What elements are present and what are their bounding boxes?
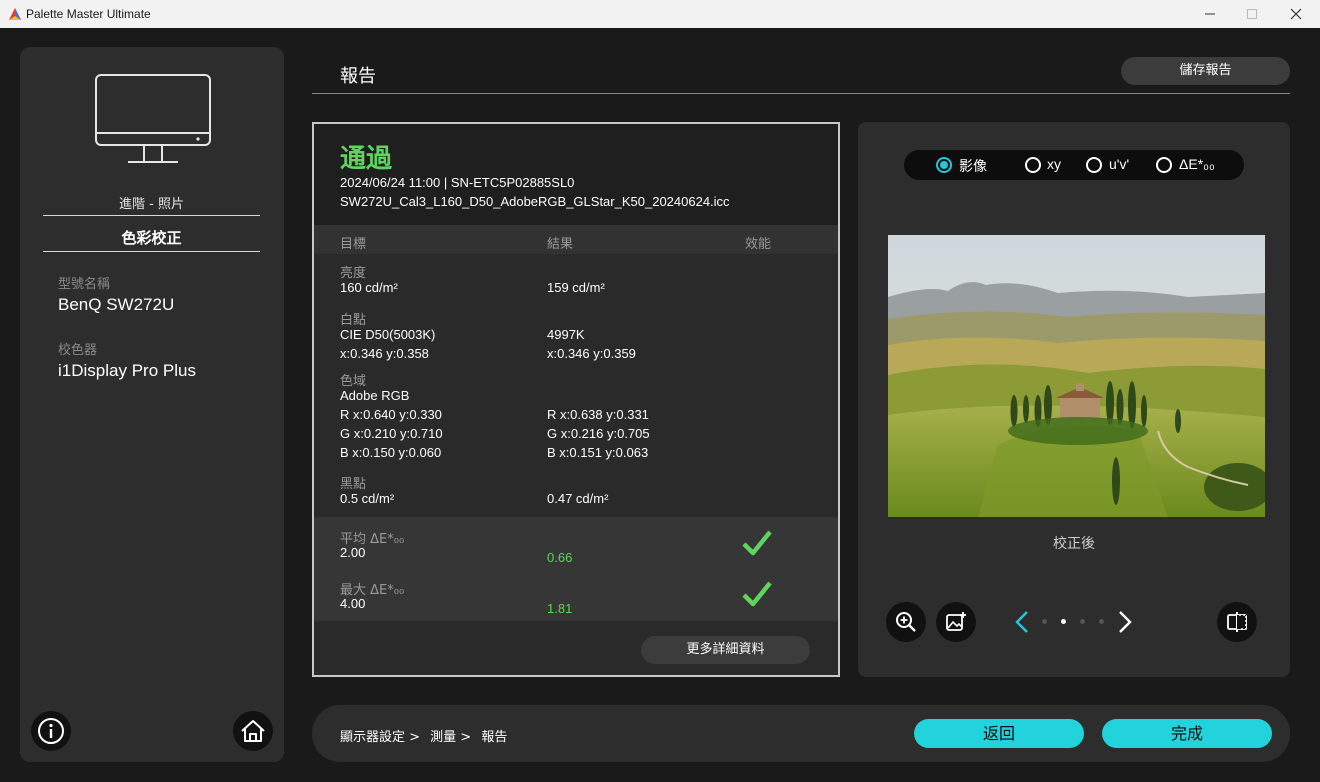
mode-label: 進階 - 照片: [119, 197, 184, 212]
close-button[interactable]: [1276, 4, 1316, 24]
calibrator-label: 校色器: [58, 343, 98, 358]
save-report-button[interactable]: 儲存報告: [1121, 57, 1290, 85]
preview-image: [888, 235, 1265, 517]
radio-image[interactable]: [936, 157, 952, 173]
back-button[interactable]: 返回: [914, 719, 1084, 748]
model-label: 型號名稱: [58, 277, 111, 292]
home-icon: [241, 720, 265, 742]
close-icon: [1290, 8, 1302, 20]
breadcrumb-measure[interactable]: 測量 >: [430, 730, 471, 745]
gamut-target-g: G x:0.210 y:0.710: [340, 426, 443, 441]
max-de-result: 1.81: [547, 601, 573, 616]
white-point-target: CIE D50(5003K): [340, 327, 436, 342]
home-button[interactable]: [233, 711, 273, 751]
page-dot[interactable]: [1042, 619, 1047, 624]
white-point-label: 白點: [340, 313, 367, 328]
table-header: 目標 結果 效能: [314, 225, 838, 254]
minimize-icon: [1205, 13, 1215, 15]
avg-de-target: 2.00: [340, 545, 366, 560]
white-point-result: 4997K: [547, 327, 585, 342]
report-panel: 通過 2024/06/24 11:00 | SN-ETC5P02885SL0 S…: [312, 122, 840, 677]
page-dot[interactable]: [1080, 619, 1085, 624]
app-logo-icon: [9, 8, 21, 20]
radio-delta-e-label[interactable]: ΔE*₀₀: [1179, 156, 1215, 172]
max-de-target: 4.00: [340, 596, 366, 611]
gamut-result-r: R x:0.638 y:0.331: [547, 407, 649, 422]
radio-uv-label[interactable]: u'v': [1109, 156, 1129, 172]
split-compare-icon: [1227, 612, 1247, 632]
radio-delta-e[interactable]: [1156, 157, 1172, 173]
zoom-in-button[interactable]: [886, 602, 926, 642]
status-badge: 通過: [340, 144, 393, 174]
gamut-label: 色域: [340, 374, 367, 389]
column-performance: 效能: [745, 237, 772, 252]
black-point-target: 0.5 cd/m²: [340, 491, 395, 506]
radio-xy-label[interactable]: xy: [1047, 156, 1061, 172]
minimize-button[interactable]: [1190, 4, 1230, 24]
breadcrumb-report: 報告: [481, 730, 508, 745]
model-value: BenQ SW272U: [58, 295, 175, 314]
radio-image-label[interactable]: 影像: [959, 156, 987, 176]
avg-de-result: 0.66: [547, 550, 573, 565]
column-result: 結果: [547, 237, 574, 252]
radio-uv[interactable]: [1086, 157, 1102, 173]
pass-check-icon: [742, 581, 772, 607]
view-selector: 影像 xy u'v' ΔE*₀₀: [904, 150, 1244, 180]
breadcrumb: 顯示器設定 > 測量 > 報告: [340, 726, 507, 745]
gamut-result-g: G x:0.216 y:0.705: [547, 426, 650, 441]
report-summary: 通過 2024/06/24 11:00 | SN-ETC5P02885SL0 S…: [314, 124, 838, 225]
sidebar: 進階 - 照片 色彩校正 型號名稱 BenQ SW272U 校色器 i1Disp…: [20, 47, 284, 762]
more-details-button[interactable]: 更多詳細資料: [641, 636, 810, 664]
datetime-serial: 2024/06/24 11:00 | SN-ETC5P02885SL0: [340, 175, 575, 190]
profile-name: SW272U_Cal3_L160_D50_AdobeRGB_GLStar_K50…: [340, 194, 730, 209]
info-button[interactable]: [31, 711, 71, 751]
page-title: 報告: [340, 66, 376, 87]
luminance-result: 159 cd/m²: [547, 280, 605, 295]
maximize-button[interactable]: [1232, 4, 1272, 24]
title-bar: Palette Master Ultimate: [0, 0, 1320, 28]
white-point-result-xy: x:0.346 y:0.359: [547, 346, 636, 361]
luminance-label: 亮度: [340, 266, 367, 281]
compare-button[interactable]: [1217, 602, 1257, 642]
zoom-in-icon: [896, 612, 916, 632]
chevron-right-icon[interactable]: [1116, 610, 1134, 634]
page-dot-active[interactable]: [1061, 619, 1066, 624]
page-dot[interactable]: [1099, 619, 1104, 624]
add-image-button[interactable]: [936, 602, 976, 642]
gamut-target: Adobe RGB: [340, 388, 410, 403]
white-point-target-xy: x:0.346 y:0.358: [340, 346, 429, 361]
gamut-target-b: B x:0.150 y:0.060: [340, 445, 442, 460]
window-title: Palette Master Ultimate: [26, 7, 151, 21]
delta-e-section: 平均 ΔE*₀₀ 2.00 0.66 最大 ΔE*₀₀ 4.00 1.81: [314, 517, 838, 621]
gamut-result-b: B x:0.151 y:0.063: [547, 445, 649, 460]
luminance-target: 160 cd/m²: [340, 280, 398, 295]
preview-caption: 校正後: [1053, 536, 1095, 552]
gamut-target-r: R x:0.640 y:0.330: [340, 407, 442, 422]
monitor-icon: [95, 74, 211, 163]
pass-check-icon: [742, 530, 772, 556]
maximize-icon: [1247, 9, 1257, 19]
divider: [43, 215, 260, 216]
done-button[interactable]: 完成: [1102, 719, 1272, 748]
breadcrumb-display-settings[interactable]: 顯示器設定 >: [340, 730, 420, 745]
preview-panel: 影像 xy u'v' ΔE*₀₀ 校正後: [858, 122, 1290, 677]
header-divider: [312, 93, 1290, 94]
black-point-label: 黑點: [340, 477, 367, 492]
column-target: 目標: [340, 237, 367, 252]
black-point-result: 0.47 cd/m²: [547, 491, 609, 506]
divider: [43, 251, 260, 252]
add-image-icon: [946, 612, 966, 631]
info-icon: [38, 718, 64, 744]
chevron-left-icon[interactable]: [1013, 610, 1031, 634]
calibrator-value: i1Display Pro Plus: [58, 361, 196, 380]
section-title: 色彩校正: [121, 229, 182, 247]
footer-bar: 顯示器設定 > 測量 > 報告 返回 完成: [312, 705, 1290, 762]
radio-xy[interactable]: [1025, 157, 1041, 173]
